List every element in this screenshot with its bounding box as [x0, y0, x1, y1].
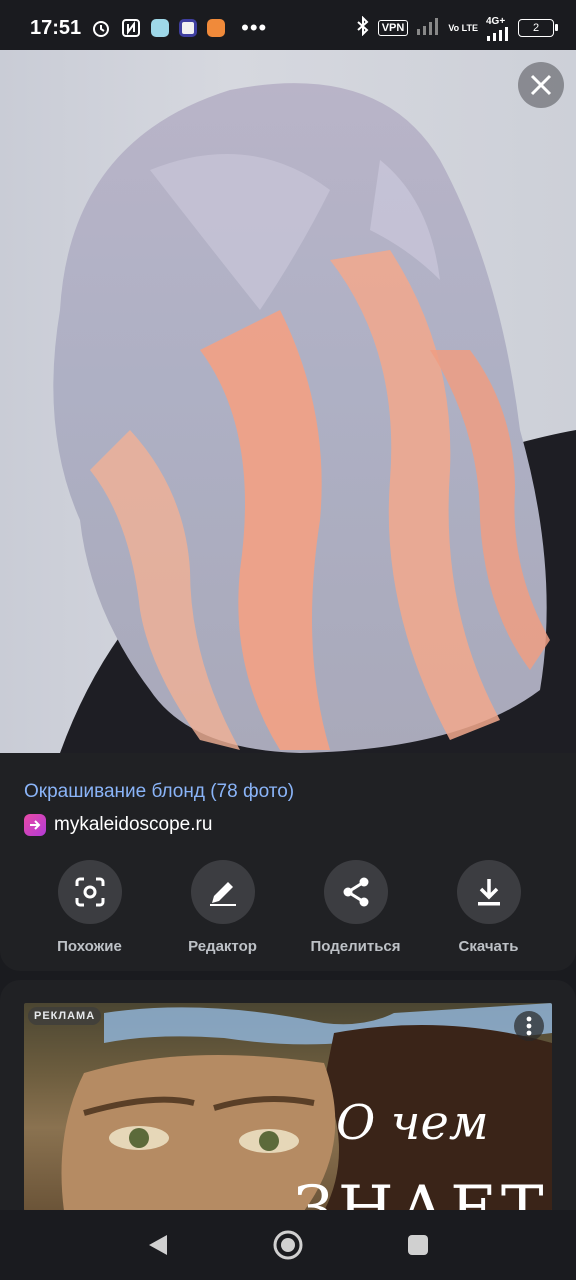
more-vert-icon: [526, 1016, 532, 1036]
similar-button[interactable]: Похожие: [23, 860, 156, 955]
ad-headline-2: ЗНАЕТ: [294, 1173, 548, 1211]
lens-icon: [57, 860, 122, 924]
download-icon: [456, 860, 521, 924]
recents-icon: [408, 1235, 428, 1255]
hair-photo: [53, 83, 576, 753]
home-icon: [273, 1230, 303, 1260]
download-label: Скачать: [458, 938, 519, 955]
signal-icon: [416, 17, 440, 40]
result-title-link[interactable]: Окрашивание блонд (78 фото): [24, 781, 294, 803]
result-image[interactable]: [0, 50, 576, 753]
source-domain: mykaleidoscope.ru: [54, 814, 213, 835]
back-button[interactable]: [93, 1233, 223, 1257]
bluetooth-icon: [356, 15, 370, 41]
editor-label: Редактор: [188, 938, 257, 955]
result-source[interactable]: mykaleidoscope.ru: [24, 814, 212, 836]
vpn-badge: VPN: [377, 20, 409, 36]
share-icon: [323, 860, 388, 924]
action-row: Похожие Редактор Поделиться Скачать: [0, 860, 576, 955]
close-icon: [530, 74, 552, 96]
share-button[interactable]: Поделиться: [289, 860, 422, 955]
battery-indicator: 2: [518, 19, 558, 37]
mobile-data-indicator: 4G+: [486, 16, 510, 41]
app-notification-icon: [207, 19, 226, 37]
ad-menu-button[interactable]: [514, 1011, 544, 1041]
status-time: 17:51: [30, 16, 82, 39]
status-bar: 17:51 ••• VPN Vo LTE 4G+ 2: [0, 0, 576, 56]
site-favicon-icon: [24, 814, 46, 836]
close-button[interactable]: [518, 62, 564, 108]
volte-badge: Vo LTE: [448, 22, 478, 33]
similar-label: Похожие: [57, 938, 122, 955]
ad-badge: РЕКЛАМА: [28, 1007, 102, 1025]
recents-button[interactable]: [353, 1234, 483, 1256]
app-notification-icon: [179, 19, 198, 37]
nfc-icon: [121, 18, 141, 38]
ad-card[interactable]: РЕКЛАМА О чем ЗНАЕТ: [0, 980, 576, 1220]
system-nav-bar: [0, 1210, 576, 1280]
app-notification-icon: [151, 19, 170, 37]
pencil-icon: [190, 860, 255, 924]
back-icon: [149, 1235, 167, 1255]
alarm-icon: [91, 18, 111, 38]
download-button[interactable]: Скачать: [422, 860, 555, 955]
home-button[interactable]: [223, 1229, 353, 1261]
ad-headline-1: О чем: [336, 1095, 489, 1151]
share-label: Поделиться: [310, 938, 401, 955]
ad-image[interactable]: РЕКЛАМА О чем ЗНАЕТ: [24, 1003, 552, 1211]
result-info-panel: Окрашивание блонд (78 фото) mykaleidosco…: [0, 753, 576, 971]
more-notifications-icon: •••: [241, 15, 268, 40]
editor-button[interactable]: Редактор: [156, 860, 289, 955]
network-type: 4G+: [486, 15, 506, 27]
